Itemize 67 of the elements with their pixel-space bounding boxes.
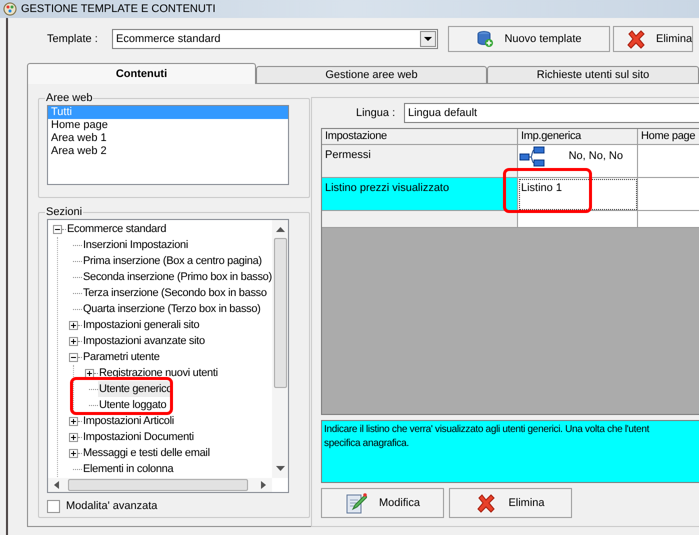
tab[interactable]: Richieste utenti sul sito [487, 66, 699, 84]
tab[interactable]: Gestione aree web [256, 66, 487, 84]
table-cell[interactable] [322, 211, 518, 228]
scroll-up-icon[interactable] [276, 226, 284, 232]
table-cell[interactable]: No, No, No [518, 145, 638, 178]
tree-item[interactable]: Messaggi e testi delle email [82, 444, 211, 462]
tree-item[interactable]: Impostazioni generali sito [82, 316, 200, 334]
list-item[interactable]: Area web 2 [48, 145, 288, 158]
collapse-icon[interactable] [53, 224, 62, 234]
scroll-thumb[interactable] [274, 238, 286, 388]
column-header[interactable]: Impostazione [322, 129, 518, 145]
tree-item[interactable]: Registrazione nuovi utenti [98, 364, 219, 382]
tree-item[interactable]: Impostazioni Documenti [82, 428, 195, 446]
tree-item[interactable]: Impostazioni Articoli [82, 412, 175, 430]
action-button[interactable]: Elimina [449, 488, 572, 518]
scroll-left-icon[interactable] [54, 481, 59, 489]
toolbar-button[interactable]: Elimina [613, 26, 693, 52]
field-label: Template : [47, 32, 99, 47]
toolbar-button[interactable]: Nuovo template [448, 26, 610, 52]
expand-icon[interactable] [69, 416, 78, 426]
table-cell[interactable] [638, 145, 699, 178]
expand-icon[interactable] [85, 368, 94, 378]
table-cell[interactable] [518, 211, 638, 228]
horizontal-scrollbar[interactable] [48, 478, 272, 492]
template-dropdown[interactable]: Ecommerce standard [112, 29, 438, 49]
tree-item[interactable]: Utente loggato [98, 396, 168, 414]
scroll-right-icon[interactable] [261, 481, 266, 489]
column-header[interactable]: Home page [638, 129, 699, 145]
table-cell[interactable]: Permessi [322, 145, 518, 178]
tab[interactable]: Contenuti [27, 63, 256, 84]
tree-item[interactable]: Inserzioni Impostazioni [82, 236, 189, 254]
scroll-down-icon[interactable] [276, 466, 284, 472]
vertical-scrollbar[interactable] [272, 220, 288, 478]
app-icon [3, 2, 17, 16]
tree-item[interactable]: Terza inserzione (Secondo box in basso [82, 284, 268, 302]
window-title: GESTIONE TEMPLATE E CONTENUTI [21, 2, 216, 17]
table-cell[interactable]: Listino prezzi visualizzato [322, 178, 518, 211]
checkbox[interactable] [47, 500, 60, 513]
expand-icon[interactable] [69, 448, 78, 458]
close-icon [476, 493, 496, 513]
tree-item[interactable]: Prima inserzione (Box a centro pagina) [82, 252, 263, 270]
description-text: Indicare il listino che verra' visualizzato agli utenti generici. Una volta che l'utent specifica anagrafica. [324, 423, 650, 451]
checkbox-label: Modalita' avanzata [66, 499, 158, 514]
column-header[interactable]: Imp.generica [518, 129, 638, 145]
tree-item[interactable]: Parametri utente [82, 348, 161, 366]
tree-item[interactable]: Ecommerce standard [66, 220, 168, 238]
close-icon [626, 29, 646, 49]
table-cell[interactable]: Listino 1 [518, 178, 638, 211]
expand-icon[interactable] [69, 336, 78, 346]
collapse-icon[interactable] [69, 352, 78, 362]
action-button[interactable]: Modifica [321, 488, 444, 518]
tree-item[interactable]: Quarta inserzione (Terzo box in basso) [82, 300, 262, 318]
table-cell[interactable] [638, 178, 699, 211]
scroll-thumb[interactable] [68, 479, 248, 491]
hierarchy-icon [519, 146, 545, 168]
tree-item[interactable]: Elementi in colonna [82, 460, 174, 478]
tree-item[interactable]: Impostazioni avanzate sito [82, 332, 206, 350]
document-pencil-icon [345, 491, 368, 515]
field-label: Lingua : [356, 106, 396, 121]
tree-item[interactable]: Seconda inserzione (Primo box in basso) [82, 268, 272, 286]
language-field[interactable]: Lingua default [404, 103, 699, 123]
expand-icon[interactable] [69, 432, 78, 442]
list-item[interactable]: Home page [48, 119, 288, 132]
list-item[interactable]: Area web 1 [48, 132, 288, 145]
expand-icon[interactable] [69, 320, 78, 330]
table-cell[interactable] [638, 211, 699, 228]
database-add-icon [476, 30, 494, 48]
